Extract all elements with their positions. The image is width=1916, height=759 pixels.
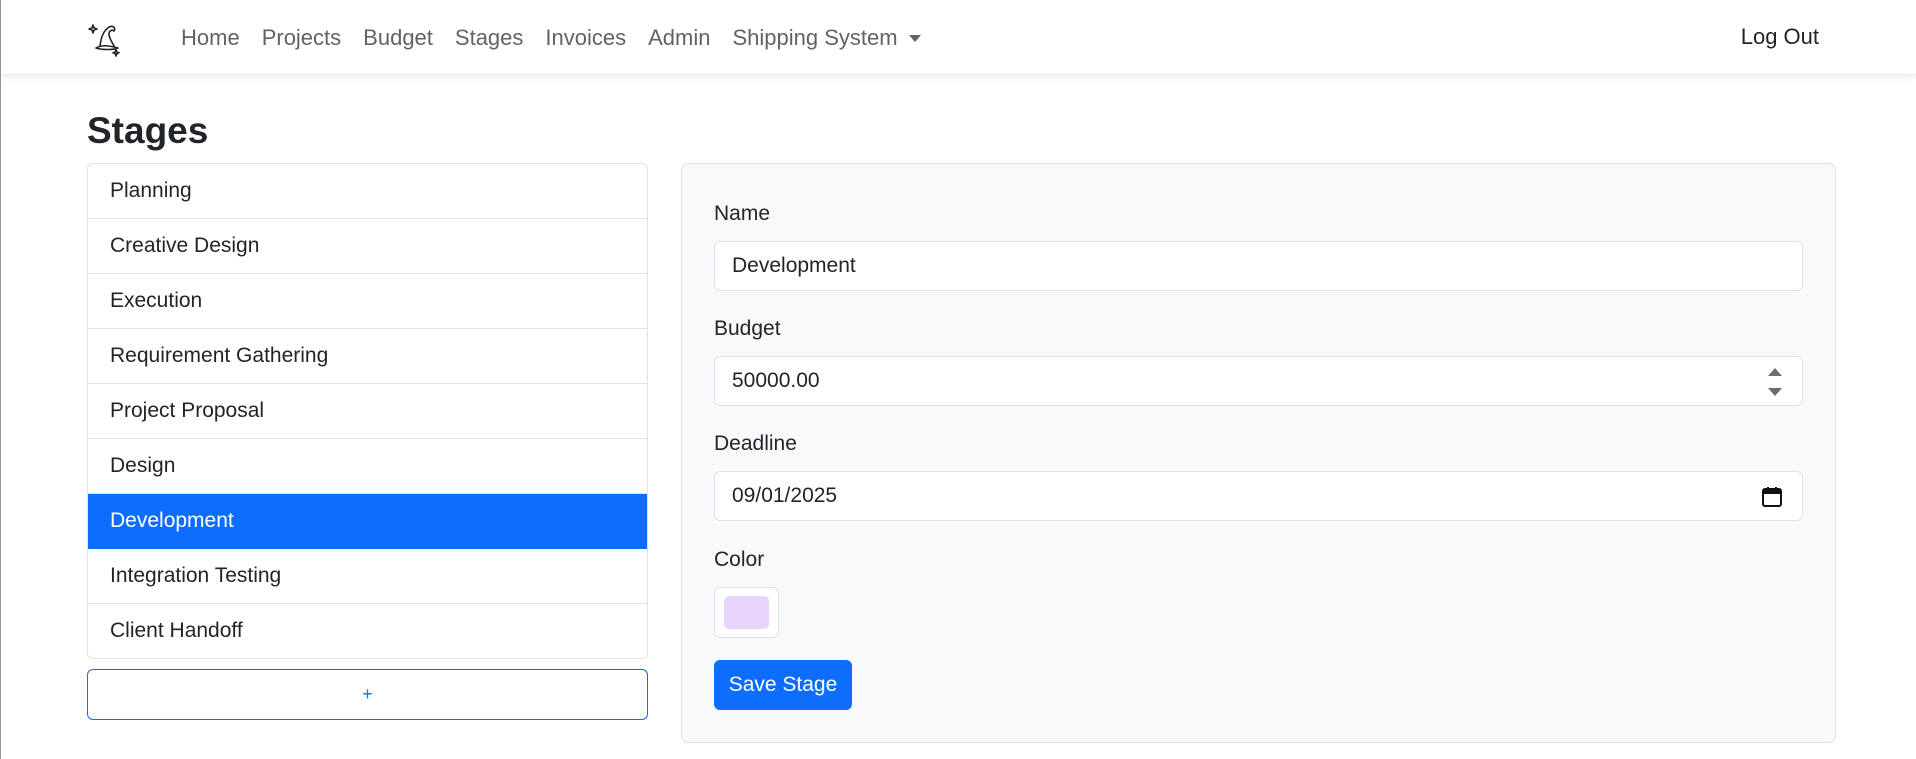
- stage-item-execution[interactable]: Execution: [88, 274, 647, 329]
- page-title: Stages: [87, 110, 209, 151]
- budget-input-value: 50000.00: [732, 369, 820, 392]
- name-input-value: Development: [732, 254, 856, 277]
- deadline-input-value: 09/01/2025: [732, 484, 838, 507]
- stage-edit-form: Name Development Budget 50000.00 Deadlin…: [681, 163, 1836, 743]
- stage-item-creative-design[interactable]: Creative Design: [88, 219, 647, 274]
- name-label: Name: [714, 202, 771, 225]
- stage-item-client-handoff[interactable]: Client Handoff: [88, 604, 647, 658]
- number-spinner-icon[interactable]: [1768, 368, 1782, 396]
- stage-item-requirement-gathering[interactable]: Requirement Gathering: [88, 329, 647, 384]
- deadline-label: Deadline: [714, 432, 797, 455]
- nav-dropdown-label: Shipping System: [732, 24, 898, 50]
- top-navbar: Home Projects Budget Stages Invoices Adm…: [1, 0, 1916, 75]
- stage-item-planning[interactable]: Planning: [88, 164, 647, 219]
- wizard-hat-icon[interactable]: [87, 18, 127, 58]
- stage-list: Planning Creative Design Execution Requi…: [87, 163, 648, 659]
- nav-links: Home Projects Budget Stages Invoices Adm…: [181, 0, 943, 75]
- spin-down-icon[interactable]: [1768, 388, 1782, 396]
- budget-label: Budget: [714, 317, 781, 340]
- calendar-icon[interactable]: [1760, 485, 1784, 509]
- stage-item-design[interactable]: Design: [88, 439, 647, 494]
- nav-link-budget[interactable]: Budget: [363, 25, 433, 51]
- nav-link-invoices[interactable]: Invoices: [545, 25, 626, 51]
- caret-down-icon: [908, 35, 921, 42]
- nav-link-projects[interactable]: Projects: [262, 25, 341, 51]
- stage-item-integration-testing[interactable]: Integration Testing: [88, 549, 647, 604]
- stage-item-project-proposal[interactable]: Project Proposal: [88, 384, 647, 439]
- color-swatch: [724, 596, 769, 629]
- nav-link-stages[interactable]: Stages: [455, 25, 524, 51]
- nav-link-admin[interactable]: Admin: [648, 25, 710, 51]
- budget-input[interactable]: 50000.00: [714, 356, 1803, 406]
- deadline-input[interactable]: 09/01/2025: [714, 471, 1803, 521]
- logout-link[interactable]: Log Out: [1741, 24, 1819, 50]
- name-input[interactable]: Development: [714, 241, 1803, 291]
- color-label: Color: [714, 548, 765, 571]
- stage-item-development[interactable]: Development: [88, 494, 647, 549]
- color-picker[interactable]: [714, 587, 779, 638]
- nav-link-home[interactable]: Home: [181, 25, 240, 51]
- add-stage-button[interactable]: +: [87, 669, 648, 720]
- save-stage-button[interactable]: Save Stage: [714, 660, 852, 710]
- spin-up-icon[interactable]: [1768, 368, 1782, 376]
- nav-dropdown-shipping-system[interactable]: Shipping System: [732, 24, 921, 51]
